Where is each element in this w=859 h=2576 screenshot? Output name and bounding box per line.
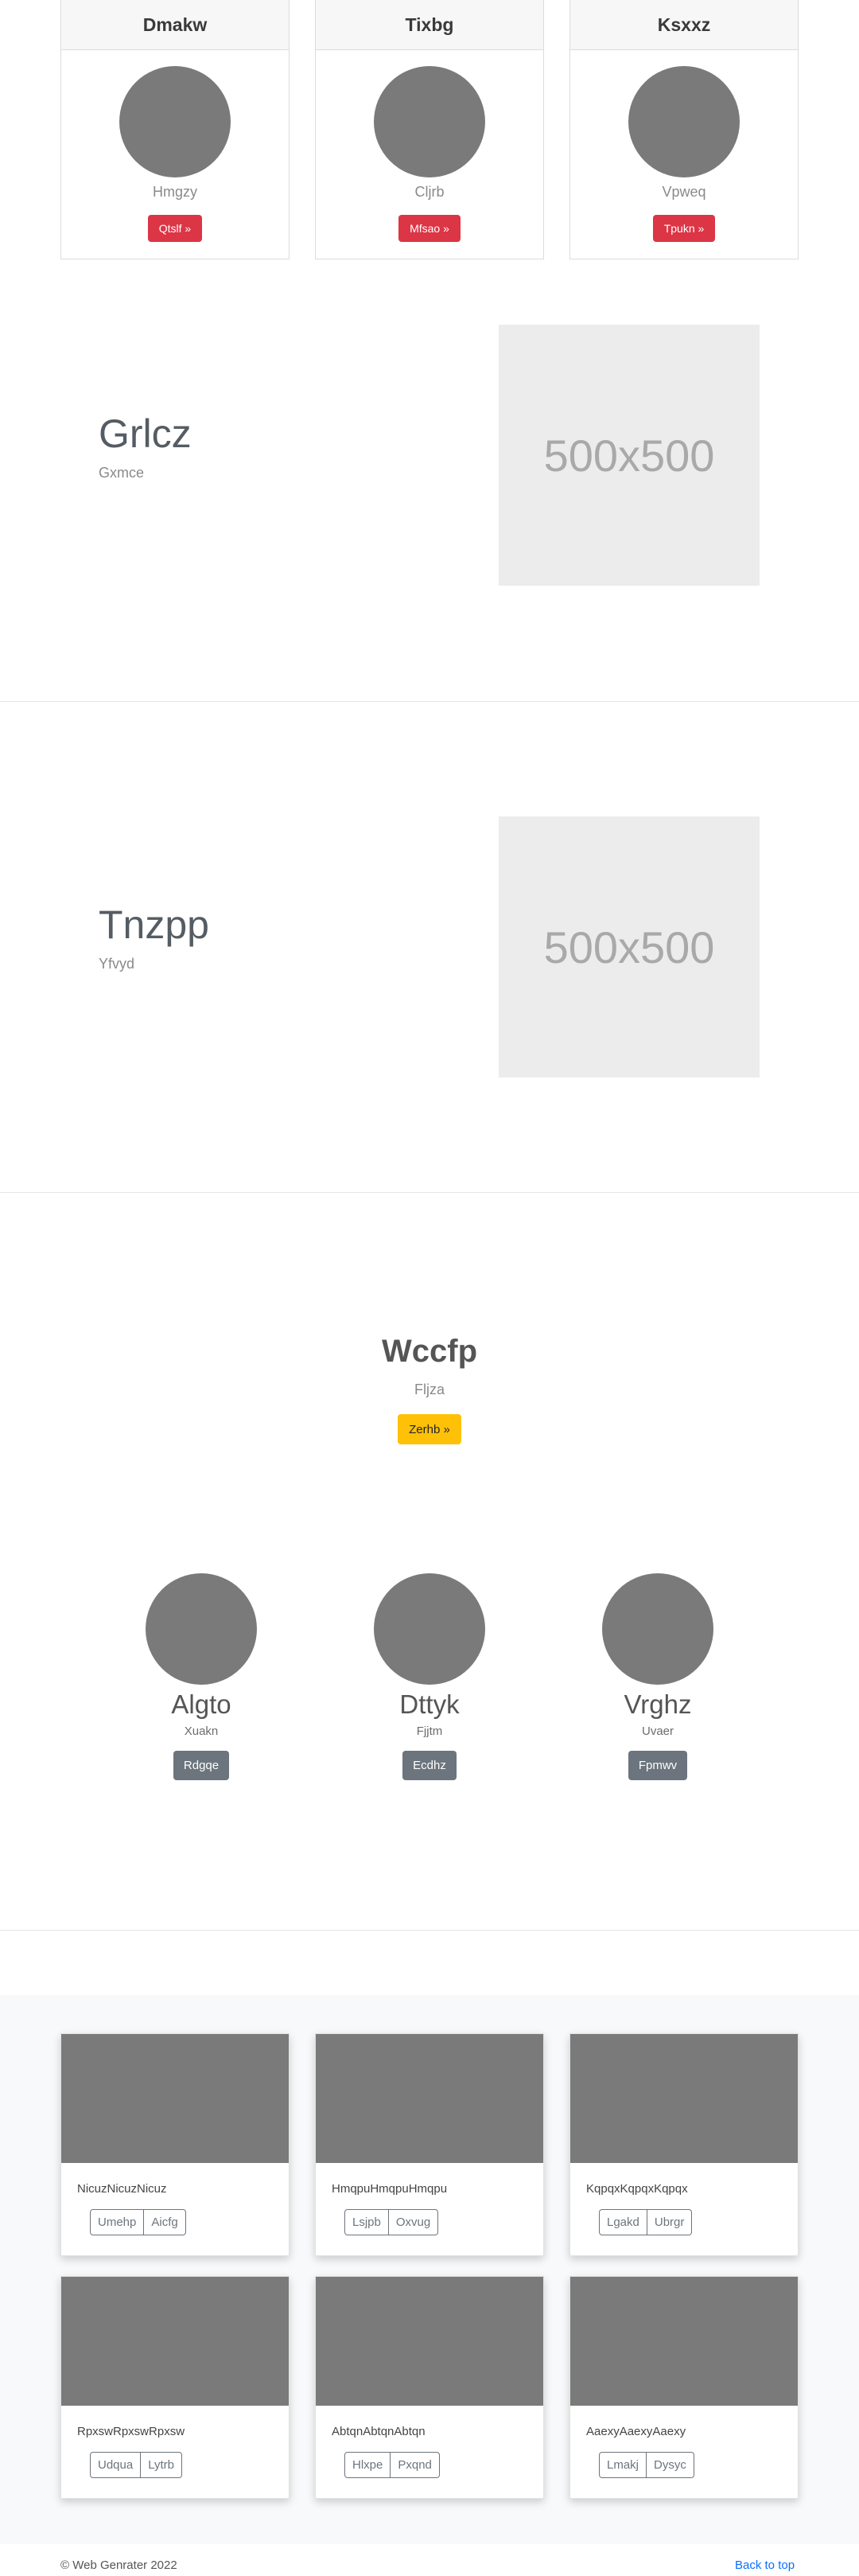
- card-button[interactable]: Lmakj: [599, 2452, 647, 2478]
- member-name: Vrghz: [624, 1689, 692, 1719]
- feature-section: Grlcz Gxmce 500x500: [0, 259, 859, 702]
- card-title: Tixbg: [316, 0, 543, 50]
- button-group: Lsjpb Oxvug: [344, 2209, 439, 2235]
- member-name: Dttyk: [399, 1689, 460, 1719]
- card-image: [316, 2277, 543, 2406]
- member-subtitle: Fjjtm: [416, 1724, 443, 1738]
- feature-subtitle: Yfvyd: [99, 956, 135, 972]
- image-placeholder: 500x500: [499, 325, 760, 586]
- card-action-button[interactable]: Qtslf »: [147, 215, 203, 242]
- card-text: RpxswRpxswRpxsw: [77, 2425, 185, 2438]
- album-card: KqpqxKqpqxKqpqx Lgakd Ubrgr: [569, 2033, 799, 2256]
- card-button[interactable]: Pxqnd: [391, 2452, 440, 2478]
- avatar: [374, 1573, 485, 1685]
- feature-title: Tnzpp: [99, 902, 209, 947]
- pricing-card: Dmakw Hmgzy Qtslf »: [60, 0, 290, 259]
- member-button[interactable]: Ecdhz: [402, 1751, 457, 1780]
- card-text: NicuzNicuzNicuz: [77, 2182, 167, 2196]
- feature-section: Tnzpp Yfvyd 500x500: [0, 701, 859, 1193]
- button-group: Umehp Aicfg: [90, 2209, 186, 2235]
- card-image: [570, 2277, 798, 2406]
- feature-subtitle: Gxmce: [99, 465, 145, 481]
- card-button[interactable]: Ubrgr: [647, 2209, 693, 2235]
- card-subtitle: Hmgzy: [152, 184, 197, 200]
- team-member: Algto Xuakn Rdgqe: [114, 1573, 289, 1780]
- card-text: KqpqxKqpqxKqpqx: [586, 2182, 688, 2196]
- member-name: Algto: [171, 1689, 231, 1719]
- avatar: [119, 66, 231, 177]
- card-button[interactable]: Dysyc: [647, 2452, 694, 2478]
- card-button[interactable]: Oxvug: [388, 2209, 439, 2235]
- album-card: HmqpuHmqpuHmqpu Lsjpb Oxvug: [315, 2033, 544, 2256]
- avatar: [146, 1573, 257, 1685]
- album-card: NicuzNicuzNicuz Umehp Aicfg: [60, 2033, 290, 2256]
- card-button[interactable]: Aicfg: [144, 2209, 186, 2235]
- pricing-card: Tixbg Cljrb Mfsao »: [315, 0, 544, 259]
- team-member: Vrghz Uvaer Fpmwv: [570, 1573, 745, 1780]
- feature-title: Grlcz: [99, 411, 192, 456]
- button-group: Udqua Lytrb: [90, 2452, 182, 2478]
- button-group: Hlxpe Pxqnd: [344, 2452, 440, 2478]
- avatar: [374, 66, 485, 177]
- card-image: [61, 2277, 289, 2406]
- card-title: Ksxxz: [570, 0, 798, 50]
- avatar: [602, 1573, 713, 1685]
- pricing-card: Ksxxz Vpweq Tpukn »: [569, 0, 799, 259]
- card-action-button[interactable]: Mfsao »: [398, 215, 461, 242]
- card-button[interactable]: Lsjpb: [344, 2209, 389, 2235]
- card-image: [570, 2034, 798, 2163]
- member-subtitle: Uvaer: [641, 1724, 674, 1738]
- card-title: Dmakw: [61, 0, 289, 50]
- card-text: AbtqnAbtqnAbtqn: [332, 2425, 426, 2438]
- card-action-button[interactable]: Tpukn »: [652, 215, 716, 242]
- section-divider: [0, 1930, 859, 1931]
- card-subtitle: Vpweq: [662, 184, 706, 200]
- member-button[interactable]: Rdgqe: [173, 1751, 230, 1780]
- card-button[interactable]: Udqua: [90, 2452, 142, 2478]
- card-subtitle: Cljrb: [414, 184, 445, 200]
- button-group: Lgakd Ubrgr: [599, 2209, 693, 2235]
- album-card: RpxswRpxswRpxsw Udqua Lytrb: [60, 2276, 290, 2499]
- card-image: [316, 2034, 543, 2163]
- hero-button[interactable]: Zerhb »: [398, 1414, 461, 1444]
- card-button[interactable]: Hlxpe: [344, 2452, 391, 2478]
- card-text: HmqpuHmqpuHmqpu: [332, 2182, 448, 2196]
- card-text: AaexyAaexyAaexy: [586, 2425, 686, 2438]
- member-subtitle: Xuakn: [184, 1724, 219, 1738]
- card-button[interactable]: Umehp: [90, 2209, 145, 2235]
- album-card: AaexyAaexyAaexy Lmakj Dysyc: [569, 2276, 799, 2499]
- image-placeholder: 500x500: [499, 816, 760, 1078]
- footer-copyright: © Web Genrater 2022: [60, 2558, 177, 2572]
- avatar: [628, 66, 740, 177]
- hero-subtitle: Fljza: [414, 1382, 445, 1397]
- back-to-top-link[interactable]: Back to top: [735, 2558, 795, 2572]
- hero-title: Wccfp: [382, 1334, 477, 1369]
- member-button[interactable]: Fpmwv: [628, 1751, 688, 1780]
- card-button[interactable]: Lgakd: [599, 2209, 647, 2235]
- card-image: [61, 2034, 289, 2163]
- card-button[interactable]: Lytrb: [141, 2452, 182, 2478]
- team-member: Dttyk Fjjtm Ecdhz: [342, 1573, 517, 1780]
- album-card: AbtqnAbtqnAbtqn Hlxpe Pxqnd: [315, 2276, 544, 2499]
- button-group: Lmakj Dysyc: [599, 2452, 694, 2478]
- album-section: NicuzNicuzNicuz Umehp Aicfg HmqpuHmqpuHm…: [0, 1995, 859, 2544]
